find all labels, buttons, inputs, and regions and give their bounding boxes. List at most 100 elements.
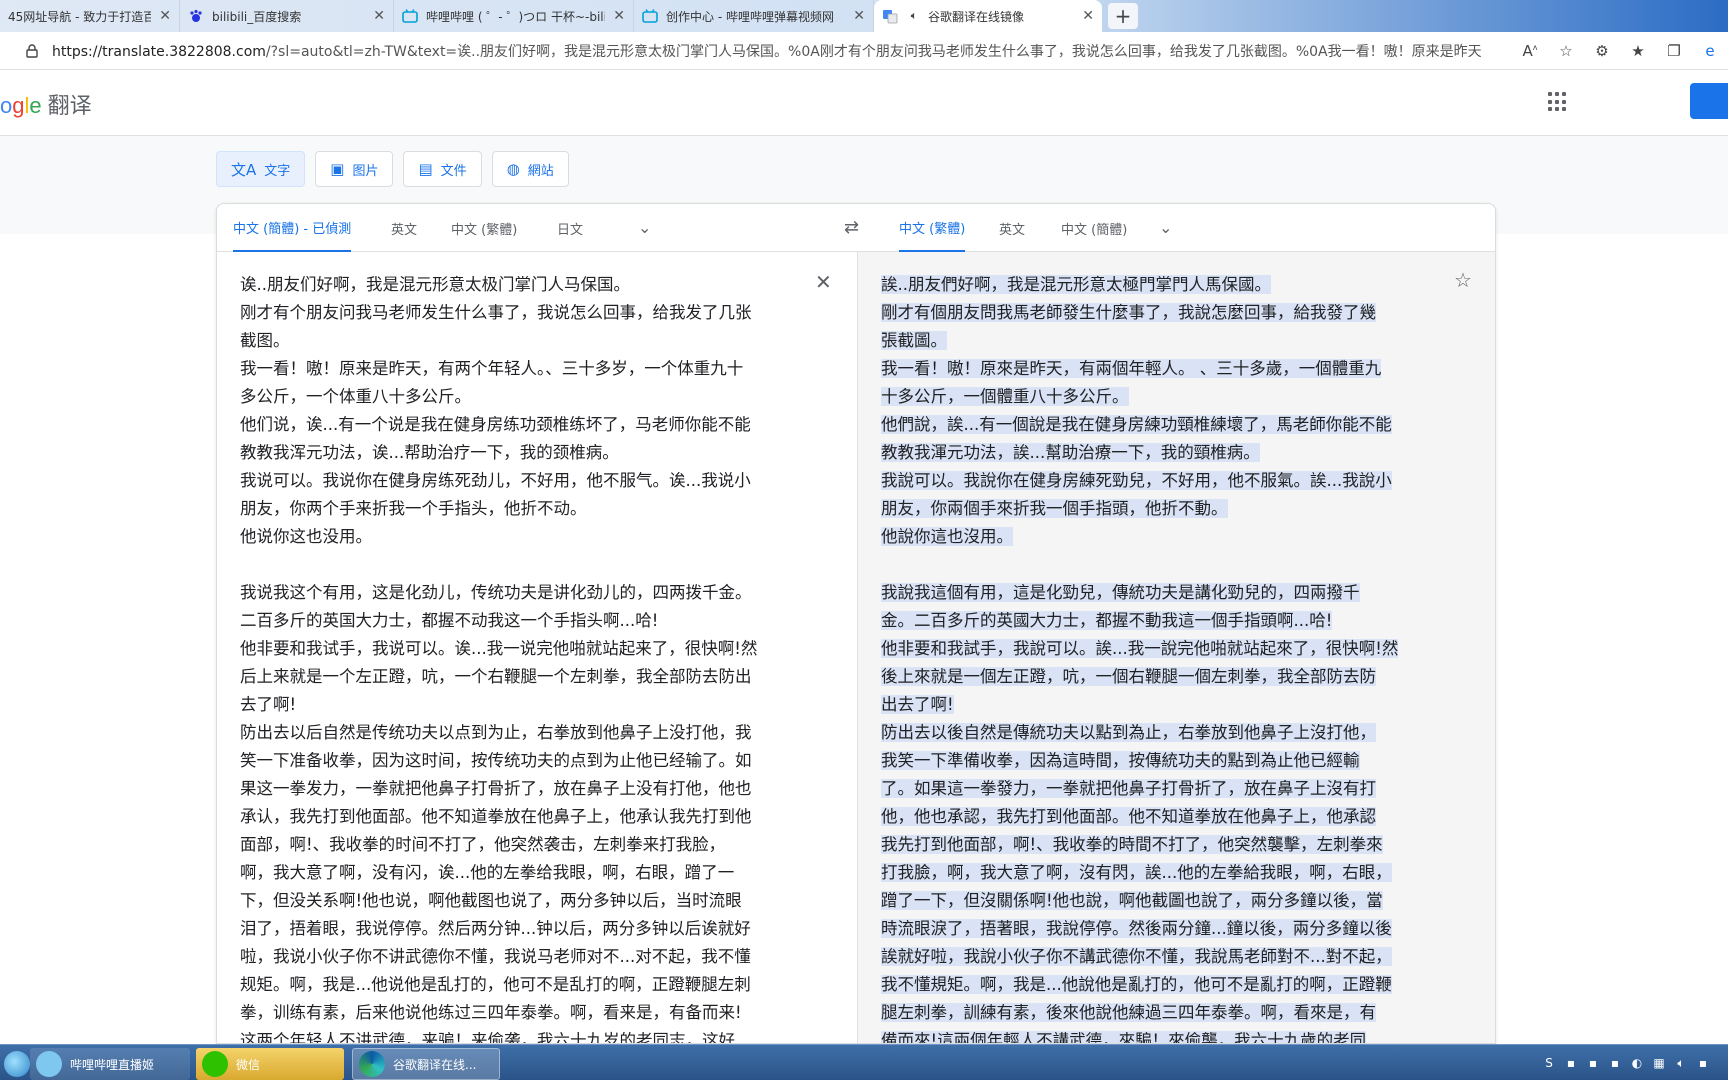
google-header: ogle 翻译 <box>0 70 1728 136</box>
tab-bilibili-home[interactable]: 哔哩哔哩 ( ゜- ゜)つロ 干杯~-bilib ✕ <box>394 0 634 32</box>
selected-text-segment: 我先打到他面部，啊!、我收拳的時間不打了，他突然襲擊，左刺拳來 <box>881 835 1383 854</box>
source-text-line <box>240 551 800 579</box>
target-lang-zh-tw[interactable]: 中文 (繁體) <box>899 204 966 252</box>
source-text-line: 笑一下准备收拳，因为这时间，按传统功夫的点到为止他已经输了。如 <box>240 751 752 770</box>
mode-document-button[interactable]: ▤ 文件 <box>403 151 482 187</box>
read-aloud-icon[interactable]: Aʌ <box>1512 42 1548 60</box>
tab-google-translate[interactable]: 🔈︎ 谷歌翻译在线镜像 ✕ <box>874 0 1102 32</box>
tab-label: 谷歌翻译在线镜像 <box>928 9 1025 24</box>
mode-website-button[interactable]: ◍ 網站 <box>491 151 569 187</box>
network-icon[interactable]: ▦ <box>1648 1056 1670 1070</box>
apps-grid-icon[interactable] <box>1548 92 1568 112</box>
favorite-add-icon[interactable]: ☆ <box>1548 42 1584 60</box>
document-icon: ▤ <box>418 160 433 178</box>
selected-text-segment: 他說你這也沒用。 <box>881 527 1013 546</box>
source-lang-zh-tw[interactable]: 中文 (繁體) <box>451 204 517 252</box>
translated-text-line: 我笑一下準備收拳，因為這時間，按傳統功夫的點到為止他已經輸 <box>881 747 1441 775</box>
translated-text-line: 他說你這也沒用。 <box>881 523 1441 551</box>
translated-text-line: 誒..朋友們好啊，我是混元形意太極門掌門人馬保國。 <box>881 271 1441 299</box>
source-text-line: 泪了，捂着眼，我说停停。然后两分钟...钟以后，两分多钟以后诶就好 <box>240 919 751 938</box>
translated-text-line: 蹭了一下，但沒關係啊!他也說，啊他截圖也說了，兩分多鐘以後，當 <box>881 887 1441 915</box>
taskbar-item-label: 微信 <box>236 1057 261 1072</box>
source-text-line: 果这一拳发力，一拳就把他鼻子打骨折了，放在鼻子上没有打他，他也 <box>240 779 752 798</box>
selected-text-segment: 時流眼淚了，捂著眼，我說停停。然後兩分鐘...鐘以後，兩分多鐘以後 <box>881 919 1392 938</box>
close-icon[interactable]: ✕ <box>1082 8 1094 24</box>
source-text-line: 啦，我说小伙子你不讲武德你不懂，我说马老师对不...对不起，我不懂 <box>240 947 751 966</box>
translated-text-line: 我一看！嗷！原來是昨天，有兩個年輕人。 、三十多歲，一個體重九 <box>881 355 1441 383</box>
selected-text-segment: 蹭了一下，但沒關係啊!他也說，啊他截圖也說了，兩分多鐘以後，當 <box>881 891 1383 910</box>
translation-panel: 中文 (簡體) - 已偵測 英文 中文 (繁體) 日文 ⌄ ⇄ 中文 (繁體) … <box>216 203 1496 1044</box>
pane-divider <box>857 252 858 1043</box>
source-text-line: 多公斤，一个体重八十多公斤。 <box>240 387 471 406</box>
source-text-line: 截图。 <box>240 331 290 350</box>
close-icon[interactable]: ✕ <box>159 8 171 24</box>
mode-text-button[interactable]: 文A 文字 <box>216 151 306 187</box>
selected-text-segment: 張截圖。 <box>881 331 947 350</box>
tab-label: 45网址导航 - 致力于打造百年 <box>8 9 151 24</box>
source-text-line: 这两个年轻人不讲武德，来骗！来偷袭，我六十九岁的老同志，这好 <box>240 1031 735 1044</box>
mode-image-button[interactable]: ▣ 图片 <box>315 151 394 187</box>
new-tab-button[interactable]: + <box>1108 3 1138 29</box>
selected-text-segment: 他們說，誒...有一個說是我在健身房練功頸椎練壞了，馬老師你能不能 <box>881 415 1392 434</box>
source-text-line: 诶..朋友们好啊，我是混元形意太极门掌门人马保国。 <box>240 275 630 294</box>
bilibili-tv-icon <box>402 8 418 24</box>
taskbar-item-bilibili-live[interactable]: 哔哩哔哩直播姬 <box>30 1048 190 1080</box>
tab-baidu-search[interactable]: bilibili_百度搜索 ✕ <box>180 0 394 32</box>
selected-text-segment: 腿左刺拳，訓練有素，後來他說他練過三四年泰拳。啊，看來是，有 <box>881 1003 1376 1022</box>
tray-app-icon[interactable]: ▪ <box>1560 1056 1582 1070</box>
target-lang-english[interactable]: 英文 <box>999 204 1025 252</box>
selected-text-segment: 他非要和我試手，我說可以。誒...我一說完他啪就站起來了，很快啊!然 <box>881 639 1399 658</box>
selected-text-segment: 我說我這個有用，這是化勁兒，傳統功夫是講化勁兒的，四兩撥千 <box>881 583 1360 602</box>
source-text-line: 下，但没关系啊!他也说，啊他截图也说了，两分多钟以后，当时流眼 <box>240 891 742 910</box>
favorites-icon[interactable]: ★ <box>1620 42 1656 60</box>
chevron-down-icon[interactable]: ⌄ <box>1159 218 1172 237</box>
source-text-input[interactable]: 诶..朋友们好啊，我是混元形意太极门掌门人马保国。 刚才有个朋友问我马老师发生什么… <box>240 271 800 1044</box>
tray-app-icon[interactable]: ▪ <box>1582 1056 1604 1070</box>
product-name: 翻译 <box>47 93 92 118</box>
close-icon[interactable]: ✕ <box>853 8 865 24</box>
source-text-line: 后上来就是一个左正蹬，吭，一个右鞭腿一个左刺拳，我全部防去防出 <box>240 667 752 686</box>
selected-text-segment: 防出去以後自然是傳統功夫以點到為止，右拳放到他鼻子上沒打他， <box>881 723 1376 742</box>
google-translate-logo[interactable]: ogle 翻译 <box>0 88 92 120</box>
close-icon[interactable]: ✕ <box>613 8 625 24</box>
close-icon[interactable]: ✕ <box>373 8 385 24</box>
chevron-down-icon[interactable]: ⌄ <box>638 218 651 237</box>
selected-text-segment: 後上來就是一個左正蹬，吭，一個右鞭腿一個左刺拳，我全部防去防 <box>881 667 1376 686</box>
swap-languages-icon[interactable]: ⇄ <box>844 217 859 238</box>
source-lang-japanese[interactable]: 日文 <box>557 204 583 252</box>
taskbar-item-label: 谷歌翻译在线... <box>393 1057 477 1072</box>
mode-label: 文字 <box>264 163 291 179</box>
translated-text-line: 我不懂規矩。啊，我是...他說他是亂打的，他可不是亂打的啊，正蹬鞭 <box>881 971 1441 999</box>
bilibili-tv-icon <box>642 8 658 24</box>
collections-icon[interactable]: ❐ <box>1656 42 1692 60</box>
star-save-icon[interactable]: ☆ <box>1454 268 1472 292</box>
source-text-line: 我说可以。我说你在健身房练死劲儿，不好用，他不服气。诶...我说小 <box>240 471 751 490</box>
extensions-icon[interactable]: ⚙︎ <box>1584 42 1620 60</box>
wechat-icon <box>202 1051 228 1077</box>
source-text-line: 我一看！嗷！原来是昨天，有两个年轻人。、三十多岁，一个体重九十 <box>240 359 744 378</box>
lock-icon[interactable] <box>24 43 40 59</box>
translated-text-line: 朋友，你兩個手來折我一個手指頭，他折不動。 <box>881 495 1441 523</box>
source-lang-detected[interactable]: 中文 (簡體) - 已偵測 <box>233 204 352 252</box>
clear-source-icon[interactable]: ✕ <box>815 270 832 294</box>
speaker-icon[interactable]: 🔈︎ <box>906 8 922 24</box>
input-method-icon[interactable]: S <box>1538 1056 1560 1070</box>
mode-label: 文件 <box>440 163 467 179</box>
taskbar-item-translate[interactable]: 谷歌翻译在线... <box>352 1048 500 1080</box>
volume-icon[interactable]: 🔈︎ <box>1670 1056 1692 1071</box>
source-text-line: 朋友，你两个手来折我一个手指头，他折不动。 <box>240 499 587 518</box>
tab-bilibili-creator[interactable]: 创作中心 - 哔哩哔哩弹幕视频网 ✕ <box>634 0 874 32</box>
source-lang-english[interactable]: 英文 <box>391 204 417 252</box>
taskbar-item-wechat[interactable]: 微信 <box>196 1048 344 1080</box>
sign-in-button[interactable] <box>1690 83 1728 119</box>
tray-app-icon[interactable]: ▪ <box>1604 1056 1626 1070</box>
source-text-line: 他们说，诶...有一个说是我在健身房练功颈椎练坏了，马老师你能不能 <box>240 415 751 434</box>
tray-app-icon[interactable]: ▪ <box>1692 1056 1714 1070</box>
wechat-tray-icon[interactable]: ◐ <box>1626 1056 1648 1070</box>
tab-label: bilibili_百度搜索 <box>212 9 302 24</box>
logo-letter: g <box>12 93 25 118</box>
edge-sidebar-icon[interactable]: e <box>1692 42 1728 60</box>
url-field[interactable]: https://translate.3822808.com/?sl=auto&t… <box>52 41 1482 61</box>
target-lang-zh-cn[interactable]: 中文 (簡體) <box>1061 204 1127 252</box>
tab-45-nav[interactable]: 45网址导航 - 致力于打造百年 ✕ <box>0 0 180 32</box>
